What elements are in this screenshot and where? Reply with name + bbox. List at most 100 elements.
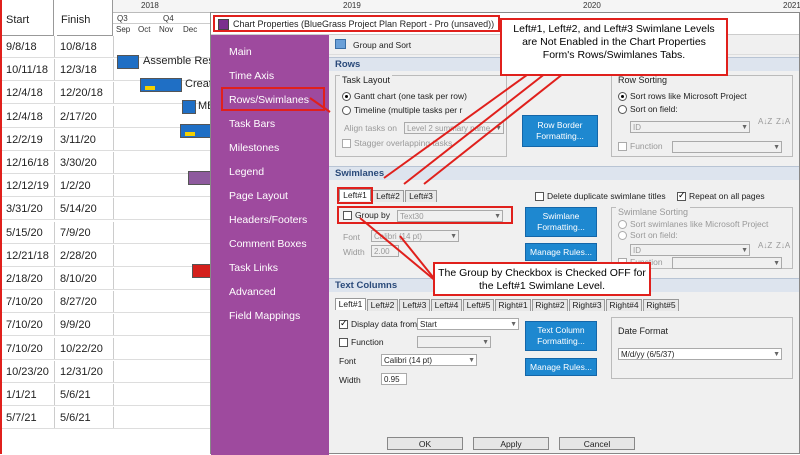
row-divider: [113, 221, 114, 243]
sort-on-field-radio[interactable]: [618, 105, 627, 114]
swimlane-sort-descending-icon[interactable]: Z↓A: [776, 241, 790, 250]
cancel-button[interactable]: Cancel: [559, 437, 635, 450]
row-sort-field-select[interactable]: ID ▼: [630, 121, 750, 133]
text-column-function-select[interactable]: ▼: [417, 336, 491, 348]
text-column-font-select[interactable]: Calibri (14 pt) ▼: [381, 354, 477, 366]
swimlane-font-label: Font: [343, 232, 361, 242]
timeline-radio[interactable]: [342, 106, 351, 115]
stagger-checkbox[interactable]: [342, 139, 351, 148]
start-date-cell: 1/1/21: [6, 389, 37, 401]
nav-item-time-axis[interactable]: Time Axis: [229, 70, 274, 82]
start-column-header: Start: [2, 0, 54, 36]
swimlane-sort-on-field-radio[interactable]: [618, 231, 627, 240]
repeat-all-pages-checkbox[interactable]: [677, 190, 686, 201]
finish-date-cell: 10/22/20: [60, 342, 103, 355]
text-column-formatting-button[interactable]: Text Column Formatting...: [525, 321, 597, 351]
text-column-tab-left2[interactable]: Left#2: [367, 299, 398, 311]
callout-group-by-off: The Group by Checkbox is Checked OFF for…: [433, 262, 651, 296]
align-tasks-select[interactable]: Level 2 summary name ▼: [404, 122, 504, 134]
nav-item-advanced[interactable]: Advanced: [229, 286, 276, 298]
start-date-cell: 7/10/20: [6, 319, 43, 332]
text-column-tab-right3[interactable]: Right#3: [569, 299, 605, 311]
row-sort-field-value: ID: [633, 123, 641, 132]
text-column-tab-right2[interactable]: Right#2: [532, 299, 568, 311]
task-layout-group: Task Layout Gantt chart (one task per ro…: [335, 75, 507, 157]
nav-item-field-mappings[interactable]: Field Mappings: [229, 310, 300, 322]
text-column-tab-left3[interactable]: Left#3: [399, 299, 430, 311]
quarter-label: Q3: [117, 14, 128, 23]
task-bar-label: Creat: [185, 78, 212, 90]
text-column-tab-left4[interactable]: Left#4: [431, 299, 462, 311]
text-column-tab-right1[interactable]: Right#1: [495, 299, 531, 311]
text-column-tab-right4[interactable]: Right#4: [606, 299, 642, 311]
apply-button[interactable]: Apply: [473, 437, 549, 450]
nav-item-headers-footers[interactable]: Headers/Footers: [229, 214, 307, 226]
nav-item-page-layout[interactable]: Page Layout: [229, 190, 288, 202]
align-tasks-value: Level 2 summary name: [407, 124, 491, 133]
gantt-chart-radio[interactable]: [342, 92, 351, 101]
row-divider: [113, 337, 114, 359]
sort-descending-icon[interactable]: Z↓A: [776, 117, 790, 126]
date-format-select[interactable]: M/d/yy (6/5/37) ▼: [618, 348, 782, 360]
nav-item-comment-boxes[interactable]: Comment Boxes: [229, 238, 307, 250]
row-border-formatting-button[interactable]: Row Border Formatting...: [522, 115, 598, 147]
swimlane-sort-function-select[interactable]: ▼: [672, 257, 782, 269]
text-column-manage-rules-button[interactable]: Manage Rules...: [525, 358, 597, 376]
swimlane-tab-left3[interactable]: Left#3: [405, 190, 437, 202]
text-column-function-label: Function: [351, 337, 384, 347]
sort-ascending-icon[interactable]: A↓Z: [758, 117, 772, 126]
finish-column-header: Finish: [57, 0, 113, 36]
delete-duplicate-label: Delete duplicate swimlane titles: [547, 191, 666, 201]
finish-date-cell: 9/9/20: [60, 319, 91, 332]
swimlane-sort-field-select[interactable]: ID ▼: [630, 244, 750, 256]
nav-item-main[interactable]: Main: [229, 46, 252, 58]
text-column-tab-right5[interactable]: Right#5: [643, 299, 679, 311]
chevron-down-icon: ▼: [450, 233, 457, 240]
start-date-cell: 12/2/19: [6, 133, 43, 146]
row-sorting-title: Row Sorting: [616, 75, 670, 85]
start-date-cell: 5/15/20: [6, 226, 43, 239]
date-format-value: M/d/yy (6/5/37): [621, 350, 675, 359]
row-divider: [54, 291, 55, 313]
text-column-width-input[interactable]: 0.95: [381, 373, 407, 385]
display-data-checkbox[interactable]: [339, 318, 348, 329]
chevron-down-icon: ▼: [468, 357, 475, 364]
chevron-down-icon: ▼: [773, 144, 780, 151]
sort-on-field-label: Sort on field:: [630, 104, 678, 114]
row-sort-function-select[interactable]: ▼: [672, 141, 782, 153]
text-column-tab-left5[interactable]: Left#5: [463, 299, 494, 311]
row-divider: [113, 82, 114, 104]
text-column-function-checkbox[interactable]: [339, 338, 348, 347]
text-column-width-label: Width: [339, 375, 361, 385]
nav-item-task-links[interactable]: Task Links: [229, 262, 278, 274]
swimlane-sort-ascending-icon[interactable]: A↓Z: [758, 241, 772, 250]
chart-properties-dialog: Chart Properties (BlueGrass Project Plan…: [210, 12, 800, 455]
ok-button[interactable]: OK: [387, 437, 463, 450]
delete-duplicate-checkbox[interactable]: [535, 192, 544, 201]
text-column-tab-left1[interactable]: Left#1: [335, 298, 366, 310]
row-divider: [54, 360, 55, 382]
left1-tab-highlight: [337, 187, 373, 204]
swimlane-font-value: Calibri (14 pt): [374, 232, 423, 241]
group-by-select[interactable]: Text30 ▼: [397, 210, 503, 222]
row-sort-function-checkbox[interactable]: [618, 142, 627, 151]
swimlane-formatting-button[interactable]: Swimlane Formatting...: [525, 207, 597, 237]
swimlane-sort-like-project-radio[interactable]: [618, 220, 627, 229]
start-header-label: Start: [6, 14, 30, 26]
row-divider: [113, 244, 114, 266]
finish-date-cell: 2/17/20: [60, 110, 97, 123]
panel-header-title: Group and Sort: [353, 40, 412, 50]
display-data-select[interactable]: Start ▼: [417, 318, 519, 330]
row-divider: [113, 407, 114, 429]
swimlane-manage-rules-button[interactable]: Manage Rules...: [525, 243, 597, 261]
swimlane-tab-left2[interactable]: Left#2: [372, 190, 404, 202]
timeline-quarter-row: Q3 Q4: [113, 13, 213, 24]
group-by-checkbox[interactable]: [343, 211, 352, 220]
nav-item-milestones[interactable]: Milestones: [229, 142, 279, 154]
nav-item-task-bars[interactable]: Task Bars: [229, 118, 275, 130]
group-by-value: Text30: [400, 212, 424, 221]
swimlane-font-select[interactable]: Calibri (14 pt) ▼: [371, 230, 459, 242]
swimlane-width-input[interactable]: 2.00: [371, 245, 399, 257]
sort-like-project-radio[interactable]: [618, 92, 627, 101]
nav-item-legend[interactable]: Legend: [229, 166, 264, 178]
